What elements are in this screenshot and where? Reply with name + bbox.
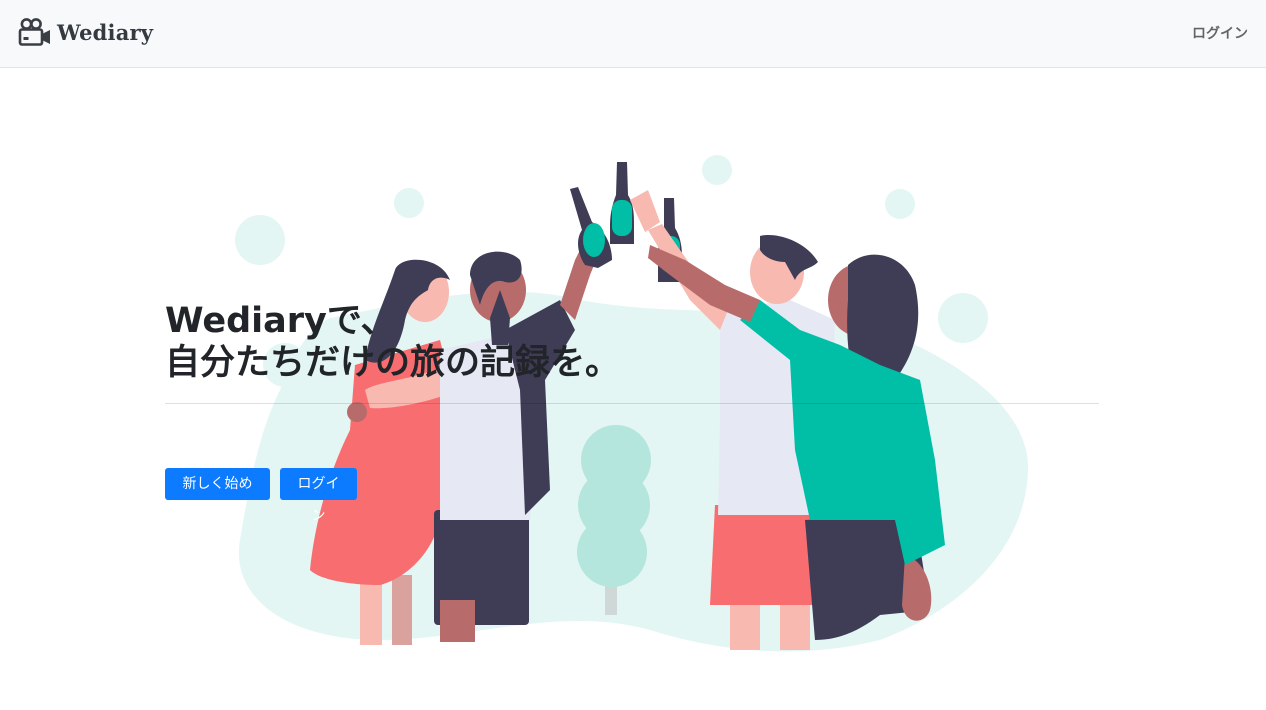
login-button[interactable]: ログイン xyxy=(280,468,357,524)
bubble xyxy=(235,215,285,265)
hero-title-line1: Wediaryで、 xyxy=(165,301,396,341)
beer-bottle xyxy=(610,162,634,244)
brand-name: Wediary xyxy=(57,19,154,45)
start-button[interactable]: 新しく始める xyxy=(165,468,270,524)
hero-title: Wediaryで、 自分たちだけの旅の記録を。 xyxy=(165,300,620,384)
nav-login-link[interactable]: ログイン xyxy=(1192,23,1248,43)
hero-title-line2: 自分たちだけの旅の記録を。 xyxy=(165,343,621,383)
bubble xyxy=(885,189,915,219)
beer-bottle xyxy=(570,187,612,268)
brand-link[interactable]: Wediary xyxy=(18,16,153,48)
bubble xyxy=(394,188,424,218)
bubble xyxy=(938,293,988,343)
friends-toasting-illustration xyxy=(235,155,1029,652)
video-camera-icon xyxy=(18,18,50,46)
bubble xyxy=(702,155,732,185)
hero-divider xyxy=(165,403,1099,404)
navbar: Wediary ログイン xyxy=(0,0,1266,68)
